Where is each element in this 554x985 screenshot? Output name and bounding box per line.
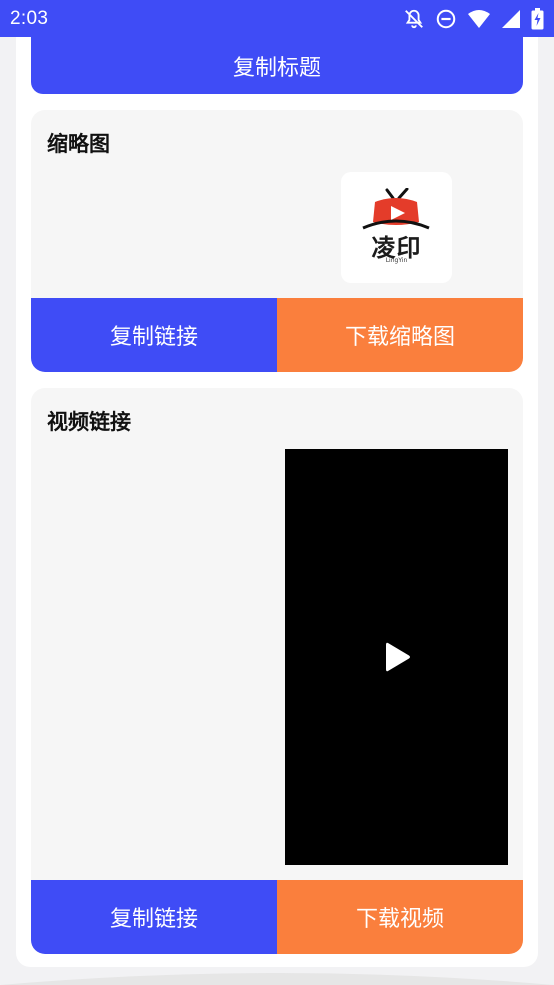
do-not-disturb-icon [436, 9, 456, 28]
thumbnail-card: 缩略图 凌印 LingYin 复制链接 下载缩略图 [31, 110, 523, 372]
wifi-icon [468, 9, 490, 28]
download-video-button[interactable]: 下载视频 [277, 880, 523, 954]
copy-video-link-button[interactable]: 复制链接 [31, 880, 277, 954]
battery-charging-icon [531, 7, 544, 29]
signal-icon [502, 9, 520, 28]
status-bar: 2:03 [0, 0, 554, 37]
video-button-row: 复制链接 下载视频 [31, 880, 523, 954]
tv-logo-icon [362, 188, 430, 230]
notifications-off-icon [405, 9, 423, 28]
status-time: 2:03 [10, 7, 49, 29]
logo-subtext: LingYin [385, 257, 408, 264]
copy-title-button[interactable]: 复制标题 [31, 37, 523, 94]
status-icons [403, 7, 544, 30]
thumbnail-image[interactable]: 凌印 LingYin [341, 172, 452, 283]
thumbnail-card-title: 缩略图 [47, 132, 110, 156]
video-card: 视频链接 复制链接 下载视频 [31, 388, 523, 954]
download-thumbnail-button[interactable]: 下载缩略图 [277, 298, 523, 372]
bottom-edge [0, 973, 554, 985]
video-card-title: 视频链接 [47, 410, 131, 434]
video-player[interactable] [285, 449, 508, 865]
thumbnail-button-row: 复制链接 下载缩略图 [31, 298, 523, 372]
play-icon[interactable] [384, 641, 412, 673]
copy-thumbnail-link-button[interactable]: 复制链接 [31, 298, 277, 372]
